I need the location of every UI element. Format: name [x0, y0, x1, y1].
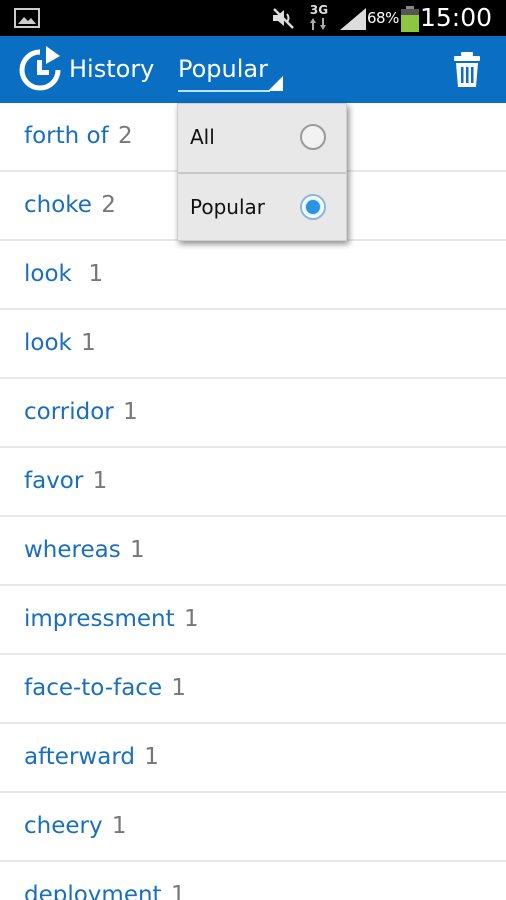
- filter-spinner[interactable]: Popular: [178, 50, 286, 96]
- list-item-word: choke 2: [24, 192, 116, 218]
- list-item-word: deployment 1: [24, 882, 186, 900]
- battery-icon: [401, 6, 419, 32]
- list-item-count: 1: [92, 468, 108, 494]
- dropdown-option-label: All: [190, 125, 215, 149]
- list-item-word: impressment 1: [24, 606, 199, 632]
- list-item[interactable]: favor 1: [0, 448, 506, 517]
- network-type: 3G: [309, 3, 329, 17]
- filter-dropdown: All Popular: [177, 103, 347, 241]
- data-arrows-icon: [310, 18, 326, 30]
- list-item[interactable]: corridor 1: [0, 379, 506, 448]
- list-item-count: 1: [130, 537, 145, 563]
- spinner-triangle-icon: [268, 76, 283, 91]
- list-item-count: 1: [111, 813, 127, 839]
- clock: 15:00: [419, 3, 492, 32]
- filter-selected-label: Popular: [178, 55, 268, 83]
- trash-icon[interactable]: [452, 52, 482, 88]
- dropdown-option-popular[interactable]: Popular: [178, 172, 346, 240]
- list-item-word: look 1: [24, 330, 96, 356]
- list-item-word: favor 1: [24, 468, 108, 494]
- spinner-underline: [178, 90, 270, 92]
- list-item[interactable]: afterward 1: [0, 724, 506, 793]
- battery-percent: 68%: [367, 9, 399, 27]
- list-item-word: afterward 1: [24, 744, 159, 770]
- list-item[interactable]: deployment 1: [0, 862, 506, 900]
- dropdown-option-all[interactable]: All: [178, 104, 346, 172]
- dropdown-option-label: Popular: [190, 195, 265, 219]
- list-item[interactable]: look 1: [0, 241, 506, 310]
- list-item-count: 1: [170, 882, 186, 900]
- signal-icon: [340, 8, 366, 30]
- list-item[interactable]: look 1: [0, 310, 506, 379]
- radio-dot: [306, 200, 320, 214]
- list-item-count: 1: [171, 675, 187, 701]
- screen-title[interactable]: History: [69, 55, 154, 83]
- list-item-count: 1: [81, 330, 96, 356]
- list-item-count: 2: [118, 123, 133, 149]
- mute-icon: [273, 8, 294, 29]
- list-item-count: 1: [183, 606, 199, 632]
- radio-unchecked-icon[interactable]: [300, 124, 326, 150]
- list-item[interactable]: cheery 1: [0, 793, 506, 862]
- list-item-word: cheery 1: [24, 813, 127, 839]
- gallery-icon: [14, 8, 40, 28]
- list-item[interactable]: whereas 1: [0, 517, 506, 586]
- status-bar: 3G 68% 15:00: [0, 0, 506, 36]
- list-item-word: forth of 2: [24, 123, 133, 149]
- list-item[interactable]: face-to-face 1: [0, 655, 506, 724]
- list-item-count: 2: [101, 192, 116, 218]
- list-item-count: 1: [123, 399, 138, 425]
- list-item-word: corridor 1: [24, 399, 138, 425]
- list-item-word: face-to-face 1: [24, 675, 187, 701]
- history-icon[interactable]: [16, 46, 64, 94]
- radio-checked-icon[interactable]: [300, 194, 326, 220]
- action-bar: History Popular: [0, 36, 506, 103]
- list-item-count: 1: [144, 744, 159, 770]
- list-item-word: whereas 1: [24, 537, 145, 563]
- list-item-word: look 1: [24, 261, 104, 287]
- list-item[interactable]: impressment 1: [0, 586, 506, 655]
- list-item-count: 1: [88, 261, 104, 287]
